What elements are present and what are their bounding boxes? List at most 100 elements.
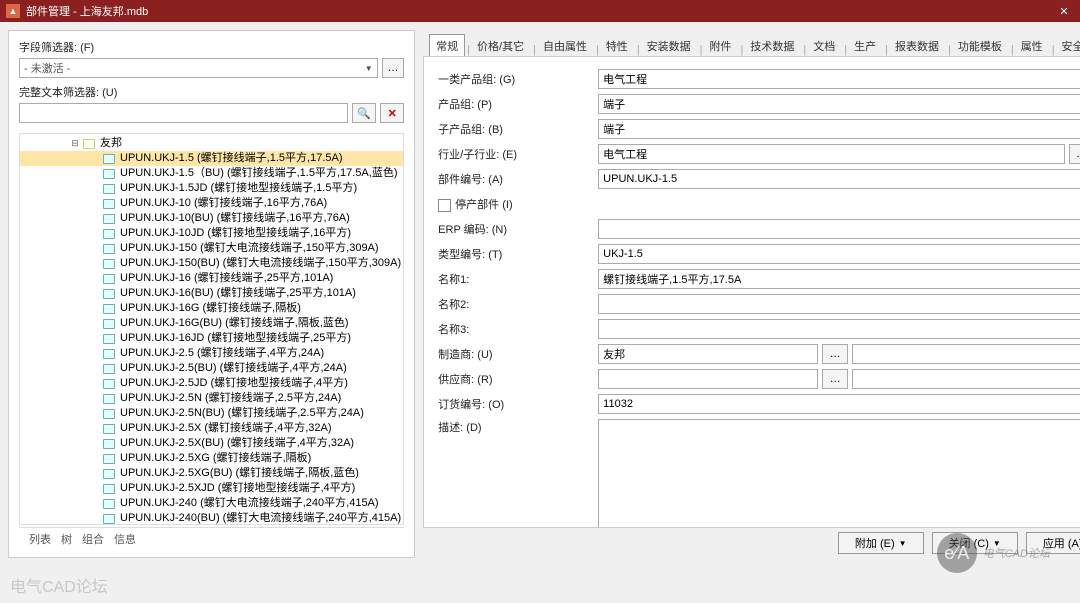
part-icon xyxy=(103,169,115,179)
right-panel: 常规|价格/其它|自由属性|特性|安装数据|附件|技术数据|文档|生产|报表数据… xyxy=(423,30,1080,558)
tree-item[interactable]: UPUN.UKJ-2.5JD (螺钉接地型接线端子,4平方) xyxy=(20,376,403,391)
flabel: 子产品组: (B) xyxy=(438,121,598,137)
name3-input[interactable] xyxy=(598,319,1080,339)
industry-input[interactable] xyxy=(598,144,1064,164)
industry-browse-button[interactable]: … xyxy=(1069,144,1080,164)
manufacturer-input[interactable] xyxy=(598,344,818,364)
tab[interactable]: 常规 xyxy=(429,34,465,56)
part-icon xyxy=(103,184,115,194)
tree-item[interactable]: UPUN.UKJ-2.5(BU) (螺钉接线端子,4平方,24A) xyxy=(20,361,403,376)
tree-root-label[interactable]: 友邦 xyxy=(98,136,124,151)
filter-more-button[interactable]: … xyxy=(382,58,404,78)
supplier-extra-input[interactable] xyxy=(852,369,1080,389)
clear-button[interactable]: ✕ xyxy=(380,103,404,123)
filter-dropdown[interactable]: - 未激活 -▼ xyxy=(19,58,378,78)
tree-item[interactable]: UPUN.UKJ-150 (螺钉大电流接线端子,150平方,309A) xyxy=(20,241,403,256)
button-bar: 附加 (E)▼ 关闭 (C)▼ 应用 (A) xyxy=(423,528,1080,558)
flabel: 描述: (D) xyxy=(438,419,598,435)
close-icon[interactable]: ✕ xyxy=(1054,5,1074,18)
tree-item[interactable]: UPUN.UKJ-2.5 (螺钉接线端子,4平方,24A) xyxy=(20,346,403,361)
tree-item[interactable]: UPUN.UKJ-1.5 (螺钉接线端子,1.5平方,17.5A) xyxy=(20,151,403,166)
tab[interactable]: 技术数据 xyxy=(743,34,801,56)
tab[interactable]: 安装数据 xyxy=(640,34,698,56)
tree-item[interactable]: UPUN.UKJ-10(BU) (螺钉接线端子,16平方,76A) xyxy=(20,211,403,226)
close-button[interactable]: 关闭 (C)▼ xyxy=(932,532,1018,554)
extras-button[interactable]: 附加 (E)▼ xyxy=(838,532,924,554)
orderno-input[interactable] xyxy=(598,394,1080,414)
tree-item[interactable]: UPUN.UKJ-16JD (螺钉接地型接线端子,25平方) xyxy=(20,331,403,346)
tab[interactable]: 生产 xyxy=(847,34,883,56)
tree-item[interactable]: UPUN.UKJ-150(BU) (螺钉大电流接线端子,150平方,309A) xyxy=(20,256,403,271)
part-icon xyxy=(103,259,115,269)
tree-item[interactable]: UPUN.UKJ-10JD (螺钉接地型接线端子,16平方) xyxy=(20,226,403,241)
part-icon xyxy=(103,424,115,434)
tab[interactable]: 功能模板 xyxy=(951,34,1009,56)
app-icon: ▲ xyxy=(6,4,20,18)
tree-item[interactable]: UPUN.UKJ-2.5N (螺钉接线端子,2.5平方,24A) xyxy=(20,391,403,406)
tree-item[interactable]: UPUN.UKJ-16 (螺钉接线端子,25平方,101A) xyxy=(20,271,403,286)
tab[interactable]: 附件 xyxy=(703,34,739,56)
tree-item[interactable]: UPUN.UKJ-16G (螺钉接线端子,隔板) xyxy=(20,301,403,316)
tab[interactable]: 自由属性 xyxy=(536,34,594,56)
desc-textarea[interactable] xyxy=(598,419,1080,528)
tab[interactable]: 特性 xyxy=(599,34,635,56)
product-group-combo[interactable]: 端子▼ xyxy=(598,94,1080,114)
flabel: 供应商: (R) xyxy=(438,371,598,387)
typeno-input[interactable] xyxy=(598,244,1080,264)
tree-item[interactable]: UPUN.UKJ-240(BU) (螺钉大电流接线端子,240平方,415A) xyxy=(20,511,403,525)
flabel: 名称3: xyxy=(438,321,598,337)
tree-item[interactable]: UPUN.UKJ-2.5XG (螺钉接线端子,隔板) xyxy=(20,451,403,466)
manufacturer-browse-button[interactable]: … xyxy=(822,344,848,364)
part-icon xyxy=(103,274,115,284)
tree-item[interactable]: UPUN.UKJ-2.5XJD (螺钉接地型接线端子,4平方) xyxy=(20,481,403,496)
tree-item[interactable]: UPUN.UKJ-1.5JD (螺钉接地型接线端子,1.5平方) xyxy=(20,181,403,196)
part-icon xyxy=(103,229,115,239)
generic-group-combo[interactable]: 电气工程▼ xyxy=(598,69,1080,89)
name1-input[interactable] xyxy=(598,269,1080,289)
erp-input[interactable] xyxy=(598,219,1080,239)
flabel: 名称1: xyxy=(438,271,598,287)
tree-item[interactable]: UPUN.UKJ-2.5X(BU) (螺钉接线端子,4平方,32A) xyxy=(20,436,403,451)
part-icon xyxy=(103,334,115,344)
tree-item[interactable]: UPUN.UKJ-2.5X (螺钉接线端子,4平方,32A) xyxy=(20,421,403,436)
sub-group-combo[interactable]: 端子▼ xyxy=(598,119,1080,139)
supplier-input[interactable] xyxy=(598,369,818,389)
footer-tab[interactable]: 列表 xyxy=(29,531,51,547)
window-title: 部件管理 - 上海友邦.mdb xyxy=(26,3,1054,19)
tree-item[interactable]: UPUN.UKJ-2.5N(BU) (螺钉接线端子,2.5平方,24A) xyxy=(20,406,403,421)
tree-view[interactable]: ⊟友邦UPUN.UKJ-1.5 (螺钉接线端子,1.5平方,17.5A)UPUN… xyxy=(19,133,404,525)
part-icon xyxy=(103,469,115,479)
supplier-browse-button[interactable]: … xyxy=(822,369,848,389)
tab[interactable]: 文档 xyxy=(806,34,842,56)
form-area: 一类产品组: (G)电气工程▼ 产品组: (P)端子▼ 子产品组: (B)端子▼… xyxy=(423,56,1080,528)
footer-tab[interactable]: 信息 xyxy=(114,531,136,547)
tree-item[interactable]: UPUN.UKJ-10 (螺钉接线端子,16平方,76A) xyxy=(20,196,403,211)
footer-tab[interactable]: 树 xyxy=(61,531,72,547)
tab[interactable]: 价格/其它 xyxy=(470,34,531,56)
tree-item[interactable]: UPUN.UKJ-16(BU) (螺钉接线端子,25平方,101A) xyxy=(20,286,403,301)
chevron-down-icon: ▼ xyxy=(365,64,373,73)
partno-input[interactable] xyxy=(598,169,1080,189)
search-button[interactable]: 🔍 xyxy=(352,103,376,123)
discontinued-checkbox[interactable] xyxy=(438,199,451,212)
part-icon xyxy=(103,394,115,404)
part-icon xyxy=(103,409,115,419)
tab[interactable]: 安全值 xyxy=(1055,34,1080,56)
part-icon xyxy=(103,244,115,254)
part-icon xyxy=(103,499,115,509)
left-panel: 字段筛选器: (F) - 未激活 -▼ … 完整文本筛选器: (U) 🔍 ✕ ⊟… xyxy=(8,30,415,558)
manufacturer-extra-input[interactable] xyxy=(852,344,1080,364)
tree-item[interactable]: UPUN.UKJ-240 (螺钉大电流接线端子,240平方,415A) xyxy=(20,496,403,511)
fulltext-label: 完整文本筛选器: (U) xyxy=(19,84,404,100)
tab[interactable]: 属性 xyxy=(1014,34,1050,56)
apply-button[interactable]: 应用 (A) xyxy=(1026,532,1080,554)
tree-item[interactable]: UPUN.UKJ-2.5XG(BU) (螺钉接线端子,隔板,蓝色) xyxy=(20,466,403,481)
name2-input[interactable] xyxy=(598,294,1080,314)
tree-item[interactable]: UPUN.UKJ-1.5（BU) (螺钉接线端子,1.5平方,17.5A,蓝色) xyxy=(20,166,403,181)
tree-item[interactable]: UPUN.UKJ-16G(BU) (螺钉接线端子,隔板,蓝色) xyxy=(20,316,403,331)
filter-label: 字段筛选器: (F) xyxy=(19,39,404,55)
tab[interactable]: 报表数据 xyxy=(888,34,946,56)
fulltext-input[interactable] xyxy=(19,103,348,123)
footer-tab[interactable]: 组合 xyxy=(82,531,104,547)
part-icon xyxy=(103,199,115,209)
